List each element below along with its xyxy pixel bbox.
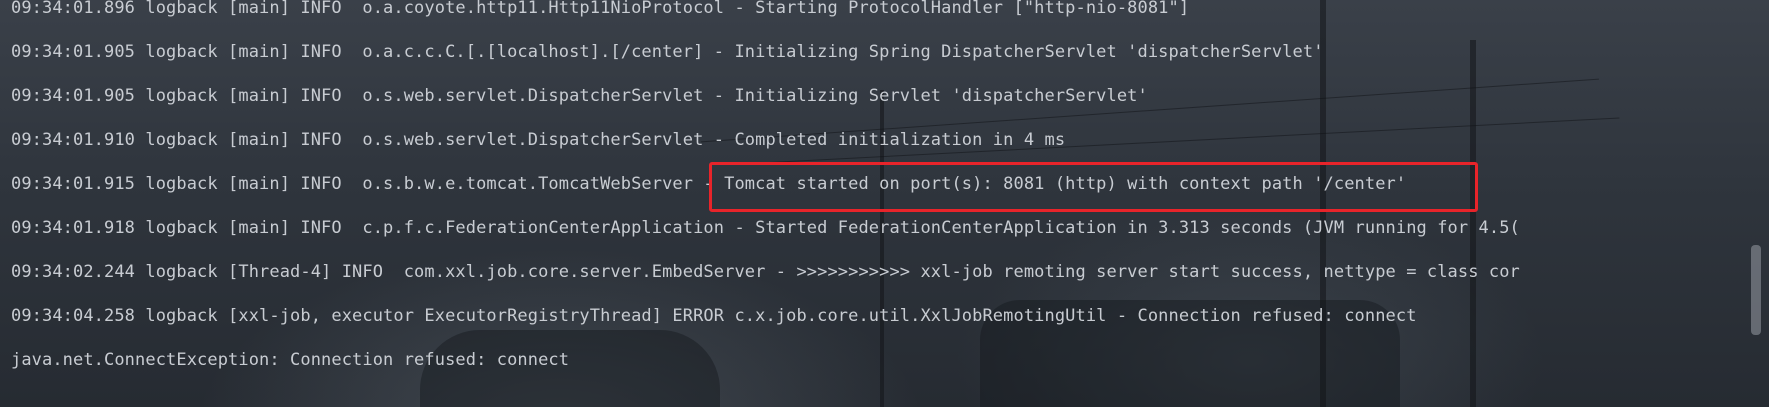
vertical-scrollbar[interactable] — [1749, 0, 1763, 407]
log-line: java.net.ConnectException: Connection re… — [11, 350, 570, 370]
scrollbar-thumb[interactable] — [1751, 245, 1761, 335]
log-line: 09:34:04.258 logback [xxl-job, executor … — [11, 306, 1417, 326]
console-output-panel[interactable]: 09:34:01.896 logback [main] INFO o.a.coy… — [0, 0, 1769, 407]
log-line: 09:34:01.918 logback [main] INFO c.p.f.c… — [11, 218, 1520, 238]
log-line: 09:34:01.905 logback [main] INFO o.a.c.c… — [11, 42, 1324, 62]
log-line: 09:34:01.905 logback [main] INFO o.s.web… — [11, 86, 1148, 106]
red-highlight-annotation — [709, 162, 1478, 212]
log-line: 09:34:01.896 logback [main] INFO o.a.coy… — [11, 0, 1190, 18]
log-line: 09:34:02.244 logback [Thread-4] INFO com… — [11, 262, 1520, 282]
